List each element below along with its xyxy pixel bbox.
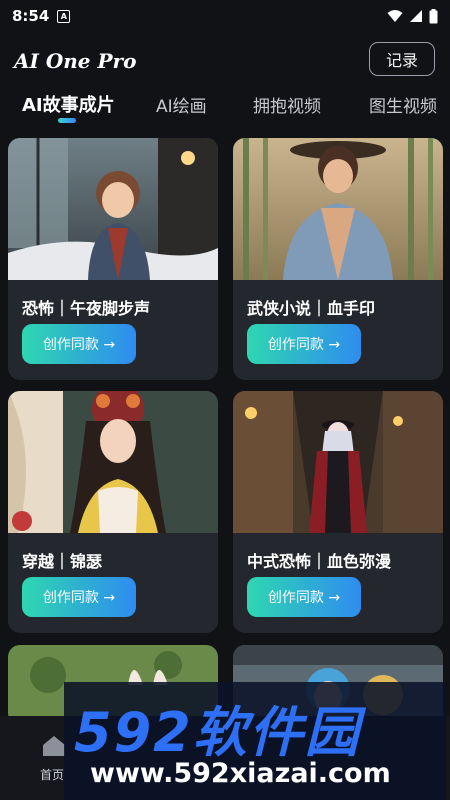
create-same-button[interactable]: 创作同款 →: [247, 577, 361, 617]
template-card[interactable]: 中式恐怖｜血色弥漫 创作同款 →: [233, 391, 443, 633]
create-same-button[interactable]: 创作同款 →: [22, 324, 136, 364]
template-card[interactable]: 武侠小说｜血手印 创作同款 →: [233, 138, 443, 380]
card-thumbnail: [8, 391, 218, 533]
watermark-overlay: 592软件园 www.592xiazai.com: [64, 682, 446, 800]
tab-image-to-video[interactable]: 图生视频: [369, 92, 437, 117]
wifi-icon: [387, 10, 403, 22]
tab-ai-painting[interactable]: AI绘画: [156, 92, 207, 117]
signal-icon: [410, 10, 422, 22]
status-time: 8:54: [12, 7, 50, 25]
active-tab-indicator: [58, 118, 76, 123]
notification-icon: A: [57, 9, 71, 23]
watermark-brand: 592软件园: [74, 701, 361, 764]
card-thumbnail: [233, 391, 443, 533]
status-icons: [387, 8, 438, 24]
template-card[interactable]: 穿越｜锦瑟 创作同款 →: [8, 391, 218, 633]
card-thumbnail: [233, 138, 443, 280]
app-title: AI One Pro: [14, 49, 137, 73]
tab-ai-story[interactable]: AI故事成片: [22, 91, 115, 117]
card-title: 穿越｜锦瑟: [22, 552, 103, 571]
create-same-button[interactable]: 创作同款 →: [247, 324, 361, 364]
home-icon[interactable]: [42, 735, 66, 757]
status-bar: 8:54 A: [0, 0, 450, 32]
card-title: 武侠小说｜血手印: [247, 299, 376, 318]
tab-hug-video[interactable]: 拥抱视频: [253, 92, 321, 117]
watermark-url: www.592xiazai.com: [90, 758, 391, 789]
nav-home-label[interactable]: 首页: [40, 766, 64, 783]
card-title: 中式恐怖｜血色弥漫: [247, 552, 392, 571]
category-tabs: AI故事成片 AI绘画 拥抱视频 图生视频: [0, 88, 450, 128]
battery-icon: [429, 8, 438, 23]
card-thumbnail: [8, 138, 218, 280]
create-same-button[interactable]: 创作同款 →: [22, 577, 136, 617]
card-title: 恐怖｜午夜脚步声: [22, 299, 151, 318]
template-card[interactable]: 恐怖｜午夜脚步声 创作同款 →: [8, 138, 218, 380]
record-button[interactable]: 记录: [369, 42, 435, 76]
